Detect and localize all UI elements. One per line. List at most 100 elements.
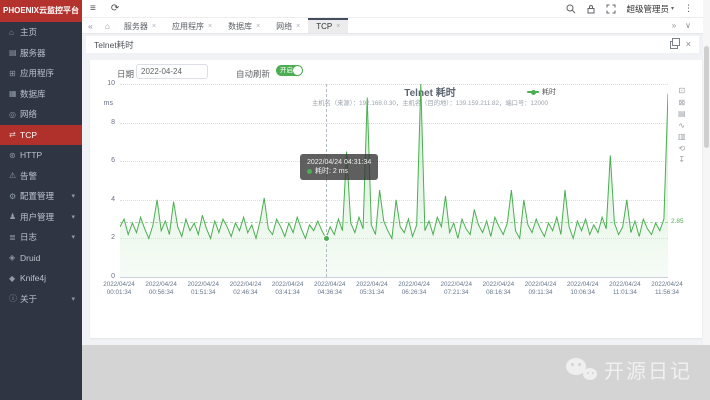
x-tick-label: 2022/04/2406:26:34 <box>398 281 430 296</box>
x-tick-date: 2022/04/24 <box>145 281 177 289</box>
tab-tcp[interactable]: TCP × <box>308 18 348 33</box>
refresh-icon[interactable]: ⟳ <box>111 3 119 14</box>
tab-close-icon[interactable]: × <box>296 23 300 30</box>
sidebar-item-label: 网络 <box>20 108 37 120</box>
chart-plot[interactable] <box>120 84 668 277</box>
sidebar-item-logs[interactable]: ≣日志▾ <box>0 227 82 248</box>
network-icon: ◎ <box>9 110 20 119</box>
x-tick-date: 2022/04/24 <box>651 281 683 289</box>
sidebar-item-label: 主页 <box>20 26 37 38</box>
tabs-back-icon[interactable]: « <box>82 18 99 33</box>
tab-close-icon[interactable]: × <box>208 23 212 30</box>
chevron-down-icon: ▾ <box>71 233 75 241</box>
search-icon[interactable] <box>566 4 576 14</box>
y-tick-label: 8 <box>90 119 115 126</box>
switch-bar-chart-icon[interactable]: ▥ <box>678 132 686 141</box>
sidebar-item-alarm[interactable]: ⚠告警 <box>0 166 82 187</box>
x-tick-date: 2022/04/24 <box>440 281 472 289</box>
save-image-icon[interactable]: ↧ <box>678 155 686 164</box>
topbar-left: ≡ ⟳ <box>82 3 119 14</box>
user-dropdown[interactable]: 超级管理员 ▾ <box>626 3 674 15</box>
sidebar: PHOENIX云监控平台 ⌂主页▤服务器⊞应用程序▦数据库◎网络⇄TCP⊛HTT… <box>0 0 82 400</box>
y-axis-unit: ms <box>90 100 113 107</box>
x-tick-date: 2022/04/24 <box>188 281 220 289</box>
about-icon: ⓘ <box>9 293 20 304</box>
tab-close-icon[interactable]: × <box>336 23 340 30</box>
sidebar-item-label: Knife4j <box>20 273 46 283</box>
x-tick-date: 2022/04/24 <box>103 281 135 289</box>
zoom-select-icon[interactable]: ⊡ <box>678 86 686 95</box>
x-tick-label: 2022/04/2409:11:34 <box>525 281 557 296</box>
user-name: 超级管理员 <box>626 3 669 15</box>
tab-label: 服务器 <box>124 21 148 32</box>
filter-form: 日期 自动刷新 开启 <box>90 60 702 84</box>
tab-label: 应用程序 <box>172 21 204 32</box>
y-tick-label: 4 <box>90 196 115 203</box>
tooltip-date: 2022/04/24 04:31:34 <box>307 158 371 167</box>
sidebar-item-users[interactable]: ♟用户管理▾ <box>0 207 82 228</box>
wechat-icon <box>566 357 597 382</box>
tab-list: 服务器×应用程序×数据库×网络×TCP× <box>116 18 348 33</box>
tab-application[interactable]: 应用程序 × <box>164 18 220 33</box>
close-panel-icon[interactable]: × <box>686 40 691 49</box>
toggle-on-label: 开启 <box>280 65 293 76</box>
x-tick-date: 2022/04/24 <box>525 281 557 289</box>
topbar-right: 超级管理员 ▾ ⋮ <box>566 3 703 15</box>
tab-close-icon[interactable]: × <box>256 23 260 30</box>
x-tick-time: 08:16:34 <box>483 289 515 297</box>
collapse-sidebar-icon[interactable]: ≡ <box>90 3 96 14</box>
chevron-down-icon: ▾ <box>71 295 75 303</box>
sidebar-item-knife4j[interactable]: ◆Knife4j <box>0 268 82 289</box>
sidebar-item-http[interactable]: ⊛HTTP <box>0 145 82 166</box>
tab-label: TCP <box>316 22 332 31</box>
sidebar-item-about[interactable]: ⓘ关于▾ <box>0 289 82 310</box>
restore-icon[interactable]: ⟲ <box>678 144 686 153</box>
x-tick-date: 2022/04/24 <box>314 281 346 289</box>
tab-server[interactable]: 服务器 × <box>116 18 164 33</box>
fullscreen-icon[interactable] <box>606 4 616 14</box>
restore-panel-icon[interactable] <box>670 41 678 49</box>
sidebar-item-network[interactable]: ◎网络 <box>0 104 82 125</box>
tabs-forward-icon[interactable]: » <box>672 21 676 30</box>
date-input[interactable] <box>136 64 208 79</box>
sidebar-item-label: 应用程序 <box>20 67 54 79</box>
sidebar-item-server[interactable]: ▤服务器 <box>0 43 82 64</box>
sidebar-item-home[interactable]: ⌂主页 <box>0 22 82 43</box>
x-tick-time: 00:56:34 <box>145 289 177 297</box>
x-tick-label: 2022/04/2402:46:34 <box>230 281 262 296</box>
vertical-scrollbar <box>703 0 710 345</box>
date-label: 日期 <box>117 68 134 80</box>
sidebar-item-tcp[interactable]: ⇄TCP <box>0 125 82 146</box>
http-icon: ⊛ <box>9 151 20 160</box>
sidebar-item-database[interactable]: ▦数据库 <box>0 84 82 105</box>
sidebar-item-druid[interactable]: ◈Druid <box>0 248 82 269</box>
tab-network[interactable]: 网络× <box>268 18 308 33</box>
auto-refresh-toggle[interactable]: 开启 <box>276 65 303 76</box>
x-tick-time: 01:51:34 <box>188 289 220 297</box>
x-tick-label: 2022/04/2407:21:34 <box>440 281 472 296</box>
scrollbar-thumb[interactable] <box>704 46 709 148</box>
tab-database[interactable]: 数据库× <box>220 18 268 33</box>
average-line <box>120 222 668 223</box>
data-view-icon[interactable]: ▤ <box>678 109 686 118</box>
content-card: 日期 自动刷新 开启 Telnet 耗时 主机名（来源）：192.168.0.3… <box>90 60 702 338</box>
home-icon[interactable]: ⌂ <box>99 18 116 33</box>
sidebar-item-config[interactable]: ⚙配置管理▾ <box>0 186 82 207</box>
sidebar-item-application[interactable]: ⊞应用程序 <box>0 63 82 84</box>
x-tick-time: 10:06:34 <box>567 289 599 297</box>
x-tick-label: 2022/04/2403:41:34 <box>272 281 304 296</box>
x-tick-date: 2022/04/24 <box>272 281 304 289</box>
tabs-more-icon[interactable]: ∨ <box>685 21 691 30</box>
series-line <box>120 84 668 238</box>
lock-icon[interactable] <box>586 4 596 14</box>
server-icon: ▤ <box>9 48 20 57</box>
bottom-band: 开源日记 <box>82 345 710 400</box>
x-tick-time: 02:46:34 <box>230 289 262 297</box>
x-tick-time: 06:26:34 <box>398 289 430 297</box>
logs-icon: ≣ <box>9 233 20 242</box>
tab-close-icon[interactable]: × <box>152 23 156 30</box>
zoom-reset-icon[interactable]: ⊠ <box>678 98 686 107</box>
switch-line-chart-icon[interactable]: ∿ <box>678 121 686 130</box>
kebab-menu-icon[interactable]: ⋮ <box>684 3 693 14</box>
x-tick-time: 00:01:34 <box>103 289 135 297</box>
